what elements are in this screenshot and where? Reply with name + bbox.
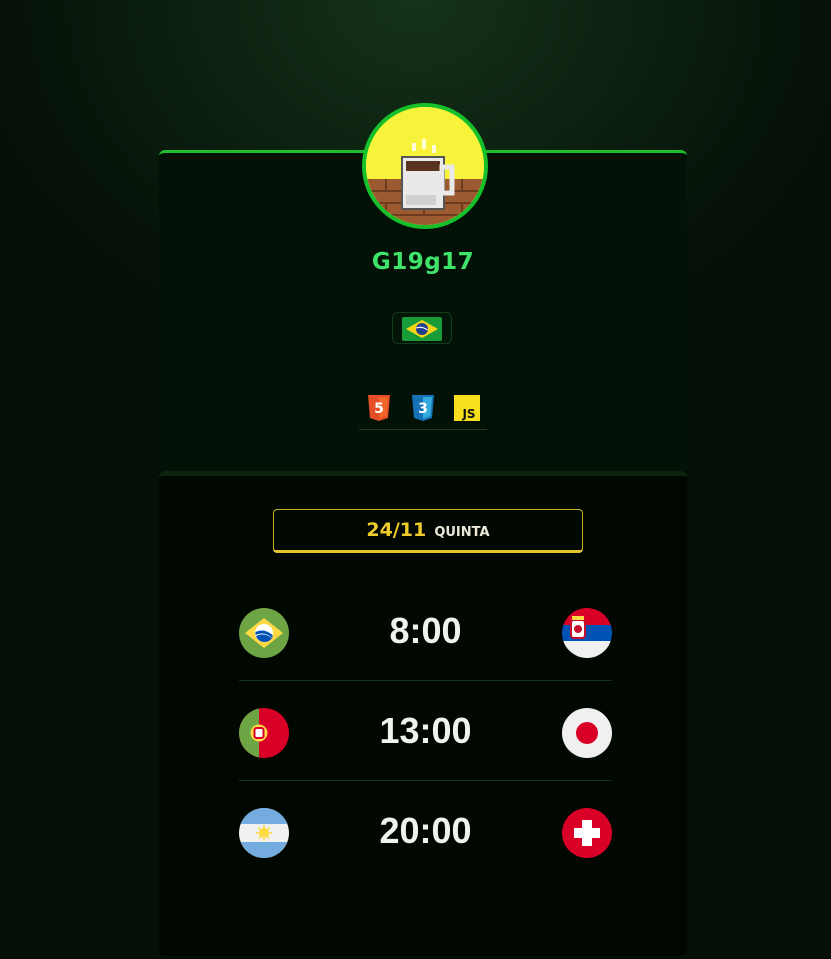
match-row[interactable]: 13:00: [239, 681, 612, 781]
profile-card: G19g17 5 3 JS 24/11 QUINTA 8:00 13:00 20…: [159, 103, 687, 956]
svg-text:5: 5: [374, 401, 384, 417]
date-day: 24/11: [366, 519, 427, 541]
profile-section: G19g17 5 3 JS: [159, 103, 687, 471]
match-time: 20:00: [379, 810, 472, 851]
serbia-flag-icon: [562, 608, 612, 658]
brazil-flag-icon: [239, 608, 289, 658]
username: G19g17: [371, 249, 475, 275]
country-badge[interactable]: [392, 312, 452, 344]
argentina-flag-icon: [239, 808, 289, 858]
date-header: 24/11 QUINTA: [273, 509, 583, 553]
svg-text:JS: JS: [461, 407, 475, 421]
svg-text:3: 3: [418, 401, 428, 417]
match-schedule: 24/11 QUINTA 8:00 13:00 20:00: [159, 471, 687, 956]
html5-icon[interactable]: 5: [366, 394, 392, 422]
javascript-icon[interactable]: JS: [454, 394, 480, 422]
coffee-mug-icon: [366, 107, 484, 225]
brazil-flag-icon: [402, 317, 442, 341]
match-row[interactable]: 20:00: [239, 781, 612, 881]
match-time: 8:00: [389, 610, 462, 651]
portugal-flag-icon: [239, 708, 289, 758]
switzerland-flag-icon: [562, 808, 612, 858]
japan-flag-icon: [562, 708, 612, 758]
css3-icon[interactable]: 3: [410, 394, 436, 422]
avatar: [362, 103, 488, 229]
match-row[interactable]: 8:00: [239, 581, 612, 681]
match-time: 13:00: [379, 710, 472, 751]
date-weekday: QUINTA: [434, 525, 490, 540]
tech-stack: 5 3 JS: [359, 392, 487, 430]
